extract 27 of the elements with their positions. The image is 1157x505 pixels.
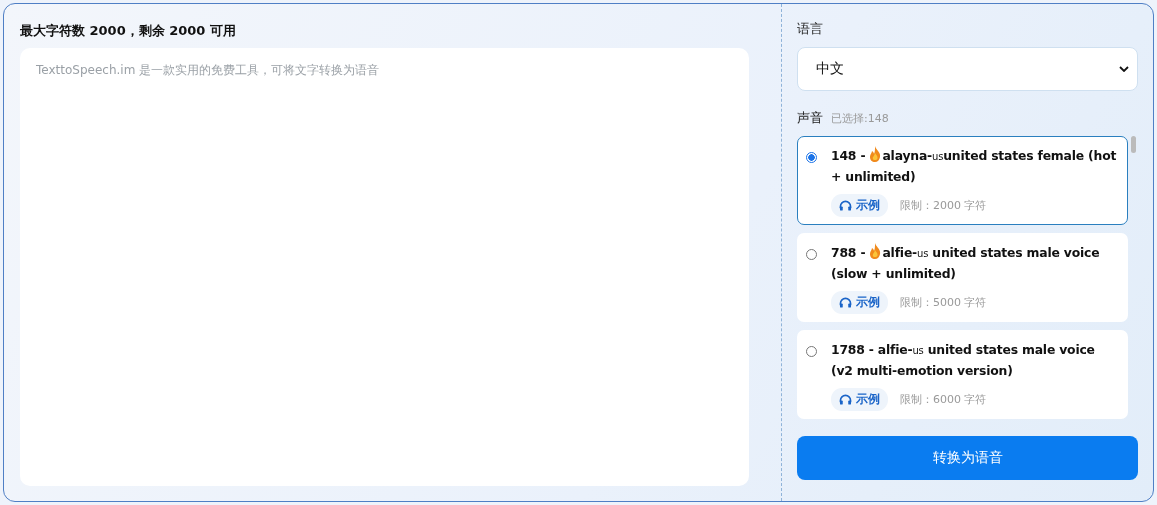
voice-option[interactable]: 1788 - alfie-us united states male voice (v2 multi-emotion version) 示例 限制：6000 字符 xyxy=(797,330,1128,419)
radio-button[interactable] xyxy=(806,249,817,260)
voice-title: 788 - alfie-us united states male voice (slow + unlimited) xyxy=(831,243,1101,283)
character-counter: 最大字符数 2000，剩余 2000 可用 xyxy=(20,22,237,40)
language-label: 语言 xyxy=(797,20,824,38)
text-input-field[interactable]: TexttoSpeech.im 是一款实用的免费工具，可将文字转换为语音 xyxy=(20,48,749,486)
scrollbar-thumb[interactable] xyxy=(1131,136,1136,153)
voice-title: 1788 - alfie-us united states male voice (v2 multi-emotion version) xyxy=(831,341,1096,380)
sample-button[interactable]: 示例 xyxy=(831,388,888,411)
character-limit: 限制：5000 字符 xyxy=(900,295,987,310)
voice-option[interactable]: 148 - alayna-usunited states female (hot + unlimited) 示例 限制：2000 字符 xyxy=(797,136,1128,225)
voice-label: 声音 xyxy=(797,109,823,127)
radio-button[interactable] xyxy=(806,346,817,357)
selected-voice-note: 已选择:148 xyxy=(831,111,889,126)
character-limit: 限制：6000 字符 xyxy=(900,392,987,407)
radio-button[interactable] xyxy=(806,152,817,163)
character-limit: 限制：2000 字符 xyxy=(900,198,987,213)
voice-option[interactable]: 788 - alfie-us united states male voice (slow + unlimited) 示例 限制：5000 字符 xyxy=(797,233,1128,322)
voice-title: 148 - alayna-usunited states female (hot + unlimited) xyxy=(831,146,1117,186)
headphones-icon xyxy=(839,297,852,308)
language-dropdown[interactable]: 中文 xyxy=(797,47,1138,91)
convert-button[interactable]: 转换为语音 xyxy=(797,436,1138,480)
headphones-icon xyxy=(839,394,852,405)
sample-button[interactable]: 示例 xyxy=(831,291,888,314)
headphones-icon xyxy=(839,200,852,211)
chevron-down-icon xyxy=(1119,66,1129,72)
sample-button[interactable]: 示例 xyxy=(831,194,888,217)
